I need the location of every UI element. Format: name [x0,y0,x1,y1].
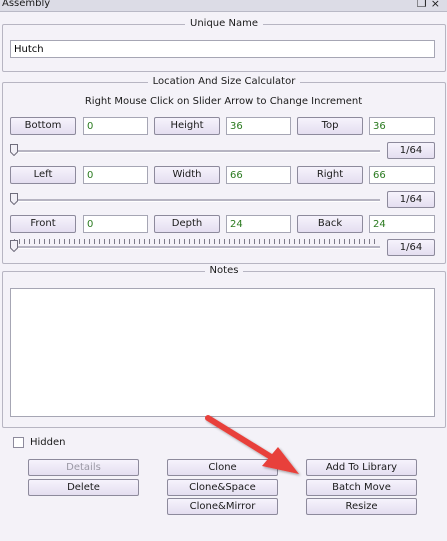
window-title: Assembly [2,0,51,9]
bottom-button[interactable]: Bottom [10,117,76,135]
slider-thumb-icon[interactable] [10,193,18,205]
details-button[interactable]: Details [28,459,139,476]
depth-button[interactable]: Depth [154,215,220,233]
increment-slider-2[interactable] [10,192,380,206]
hidden-checkbox[interactable] [13,437,24,448]
height-input[interactable] [226,117,291,135]
right-input[interactable] [369,166,435,184]
clone-mirror-button[interactable]: Clone&Mirror [167,498,278,515]
hidden-label: Hidden [30,437,66,448]
front-button[interactable]: Front [10,215,76,233]
batch-move-button[interactable]: Batch Move [306,479,417,496]
height-button[interactable]: Height [154,117,220,135]
top-input[interactable] [369,117,435,135]
restore-icon[interactable]: ❐ [417,0,431,10]
top-button[interactable]: Top [297,117,363,135]
add-to-library-button[interactable]: Add To Library [306,459,417,476]
depth-input[interactable] [226,215,291,233]
width-button[interactable]: Width [154,166,220,184]
clone-button[interactable]: Clone [167,459,278,476]
increment-button-2[interactable]: 1/64 [387,191,435,208]
notes-textarea[interactable] [10,288,435,417]
calculator-legend: Location And Size Calculator [147,76,301,87]
width-input[interactable] [226,166,291,184]
resize-button[interactable]: Resize [306,498,417,515]
delete-button[interactable]: Delete [28,479,139,496]
unique-name-input[interactable] [10,40,435,58]
right-button[interactable]: Right [297,166,363,184]
notes-legend: Notes [204,265,244,276]
bottom-input[interactable] [83,117,148,135]
unique-name-legend: Unique Name [185,18,263,29]
title-bar: Assembly ❐× [0,0,447,12]
close-icon[interactable]: × [431,0,444,10]
front-input[interactable] [83,215,148,233]
left-button[interactable]: Left [10,166,76,184]
clone-space-button[interactable]: Clone&Space [167,479,278,496]
slider-thumb-icon[interactable] [10,144,18,156]
slider-thumb-icon[interactable] [10,240,18,252]
increment-slider-3[interactable] [10,239,380,253]
back-button[interactable]: Back [297,215,363,233]
increment-button-1[interactable]: 1/64 [387,142,435,159]
increment-button-3[interactable]: 1/64 [387,239,435,256]
calculator-hint: Right Mouse Click on Slider Arrow to Cha… [84,96,363,107]
left-input[interactable] [83,166,148,184]
increment-slider-1[interactable] [10,143,380,157]
back-input[interactable] [369,215,435,233]
